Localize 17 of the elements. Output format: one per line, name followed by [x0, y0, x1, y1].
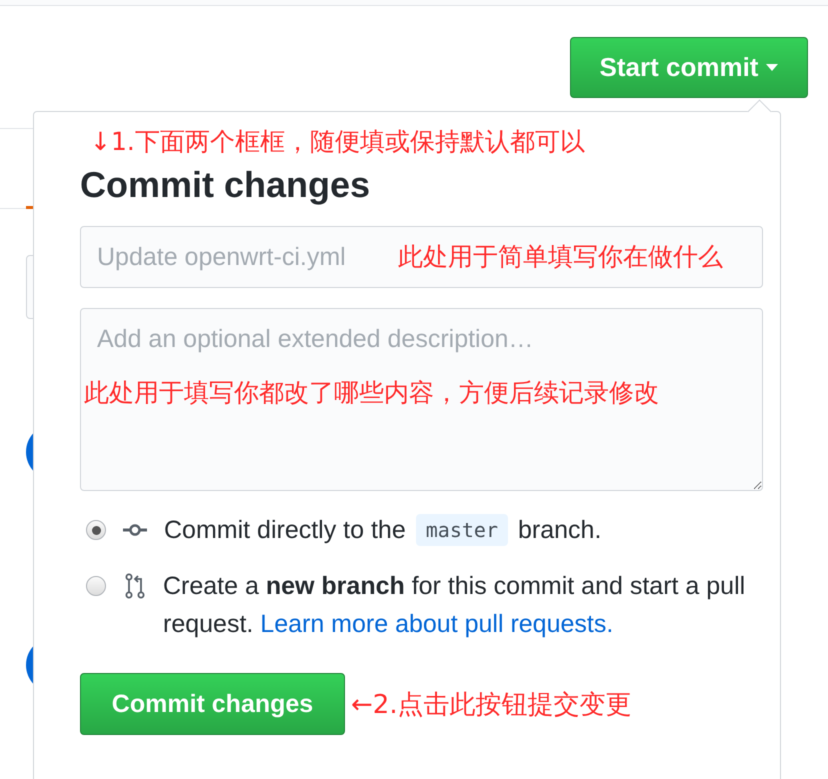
caret-icon	[766, 64, 778, 72]
learn-more-link[interactable]: Learn more about pull requests.	[260, 610, 614, 638]
pull-request-icon	[125, 572, 145, 600]
annotation: 此处用于填写你都改了哪些内容，方便后续记录修改	[84, 377, 659, 409]
dialog-title: Commit changes	[80, 163, 372, 207]
annotation: ↓1.下面两个框框，随便填或保持默认都可以	[90, 126, 586, 158]
option-label: Create a new branch for this commit and start a pull request. Learn more about pull requests.	[163, 571, 746, 640]
option-label: branch.	[518, 515, 602, 546]
branch-name: master	[416, 514, 508, 546]
annotation: 此处用于简单填写你在做什么	[398, 241, 723, 273]
commit-icon	[122, 523, 148, 537]
annotation: ←2.点击此按钮提交变更	[351, 688, 632, 722]
start-commit-button[interactable]: Start commit	[570, 37, 808, 98]
option-label: Commit directly to the	[164, 515, 406, 546]
radio-button[interactable]	[86, 520, 106, 540]
commit-changes-button[interactable]: Commit changes	[80, 673, 345, 735]
radio-button[interactable]	[86, 576, 106, 596]
